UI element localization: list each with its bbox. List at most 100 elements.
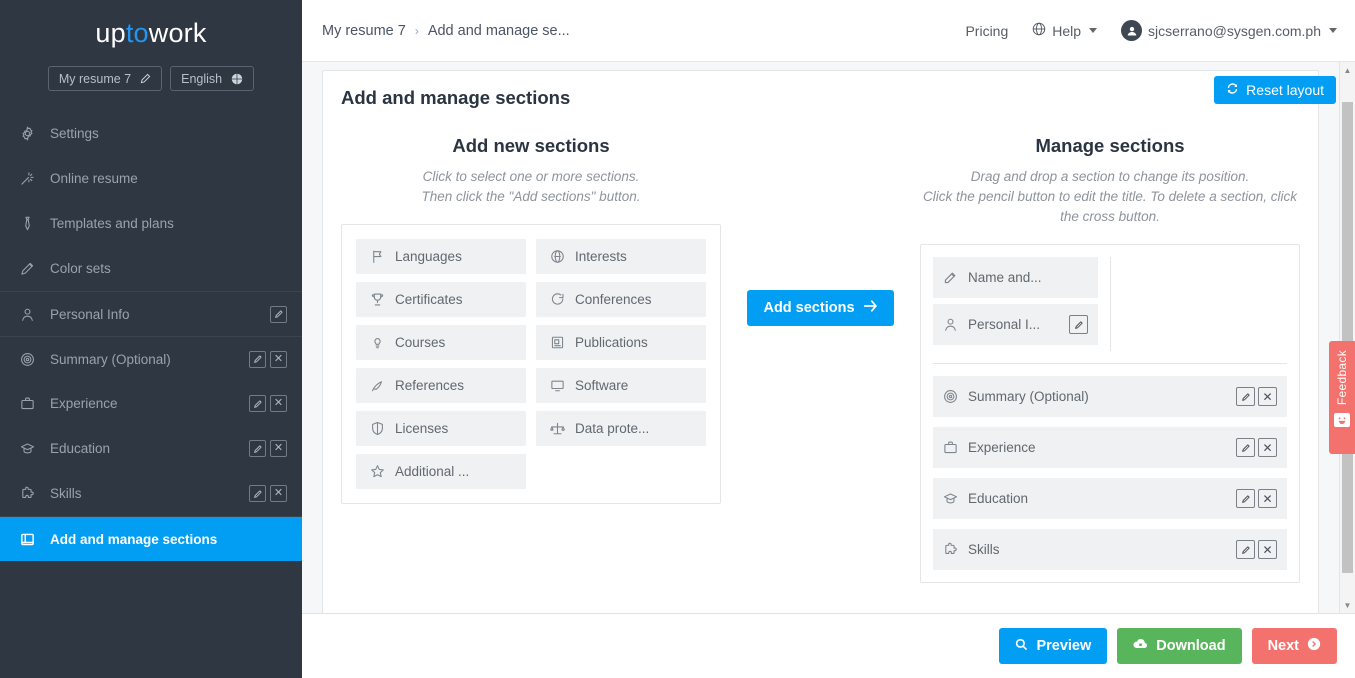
- add-panel-heading: Add new sections: [452, 135, 610, 156]
- sidebar-item-color-sets[interactable]: Color sets: [0, 246, 302, 291]
- delete-section-button[interactable]: ✕: [1258, 438, 1277, 457]
- section-chip-label: Languages: [395, 249, 462, 264]
- layout-icon: [20, 532, 50, 547]
- breadcrumb: My resume 7 › Add and manage se...: [322, 23, 570, 39]
- section-chip-languages[interactable]: Languages: [356, 239, 526, 274]
- content-area: Add and manage sections Reset layout Add…: [302, 62, 1355, 613]
- sidebar-item-online-resume[interactable]: Online resume: [0, 156, 302, 201]
- sidebar-item-summary-optional[interactable]: Summary (Optional) ✕: [0, 336, 302, 381]
- brand-part-3: work: [148, 18, 207, 48]
- sidebar-item-add-and-manage-sections[interactable]: Add and manage sections: [0, 516, 302, 561]
- manage-row-summary-optional[interactable]: Summary (Optional) ✕: [933, 376, 1287, 417]
- next-button[interactable]: Next: [1251, 628, 1337, 664]
- fixed-sections-column: Name and... Personal I...: [933, 257, 1110, 351]
- resume-name-button[interactable]: My resume 7: [47, 66, 163, 91]
- edit-section-button[interactable]: [249, 350, 266, 368]
- edit-section-button[interactable]: [1236, 489, 1255, 508]
- edit-section-button[interactable]: [1236, 438, 1255, 457]
- sidebar-item-settings[interactable]: Settings: [0, 111, 302, 156]
- scrollbar-thumb[interactable]: [1342, 102, 1353, 573]
- section-chip-licenses[interactable]: Licenses: [356, 411, 526, 446]
- manage-panel-heading: Manage sections: [1035, 135, 1185, 156]
- sortable-sections-column: Summary (Optional) ✕ Experience ✕ Education ✕…: [933, 376, 1287, 570]
- edit-section-button[interactable]: [270, 305, 287, 323]
- manage-row-label: Experience: [968, 440, 1036, 455]
- delete-section-button[interactable]: ✕: [1258, 540, 1277, 559]
- speech-bubble-icon: [550, 292, 565, 307]
- sidebar-item-skills[interactable]: Skills ✕: [0, 471, 302, 516]
- page-title: Add and manage sections: [341, 87, 571, 108]
- globe-icon: [231, 73, 243, 85]
- monitor-icon: [550, 378, 565, 393]
- scroll-down-arrow[interactable]: ▼: [1340, 597, 1355, 613]
- briefcase-icon: [20, 396, 50, 411]
- delete-section-button[interactable]: ✕: [270, 485, 287, 502]
- manage-row-experience[interactable]: Experience ✕: [933, 427, 1287, 468]
- breadcrumb-item-current: Add and manage se...: [427, 22, 570, 39]
- language-button[interactable]: English: [170, 66, 255, 91]
- preview-label: Preview: [1036, 638, 1092, 654]
- manage-row-actions: ✕: [1236, 387, 1277, 406]
- pricing-label: Pricing: [965, 22, 1009, 39]
- manage-row-skills[interactable]: Skills ✕: [933, 529, 1287, 570]
- section-chip-certificates[interactable]: Certificates: [356, 282, 526, 317]
- brand-part-1: up: [95, 18, 126, 48]
- brand-part-2: to: [125, 18, 149, 48]
- sections-card: Add and manage sections Reset layout Add…: [322, 70, 1336, 613]
- brand-logo[interactable]: uptowork: [0, 0, 302, 49]
- section-chip-courses[interactable]: Courses: [356, 325, 526, 360]
- pricing-link[interactable]: Pricing: [965, 23, 1008, 39]
- section-chip-references[interactable]: References: [356, 368, 526, 403]
- section-chip-interests[interactable]: Interests: [536, 239, 706, 274]
- section-chip-label: Conferences: [575, 292, 652, 307]
- delete-section-button[interactable]: ✕: [1258, 387, 1277, 406]
- edit-section-button[interactable]: [249, 440, 266, 457]
- manage-row-name-and[interactable]: Name and...: [933, 257, 1098, 298]
- section-chip-label: Software: [575, 378, 629, 393]
- smiley-icon: [1334, 413, 1350, 428]
- section-chip-additional[interactable]: Additional ...: [356, 454, 526, 489]
- sidebar-item-label: Education: [50, 441, 111, 456]
- account-menu[interactable]: sjcserrano@sysgen.com.ph: [1121, 20, 1337, 41]
- reset-layout-button[interactable]: Reset layout: [1214, 76, 1336, 104]
- sidebar-item-templates-and-plans[interactable]: Templates and plans: [0, 201, 302, 246]
- preview-button[interactable]: Preview: [999, 628, 1108, 664]
- delete-section-button[interactable]: ✕: [270, 395, 287, 412]
- avatar: [1121, 20, 1143, 41]
- section-chip-conferences[interactable]: Conferences: [536, 282, 706, 317]
- sidebar-item-education[interactable]: Education ✕: [0, 426, 302, 471]
- reset-layout-label: Reset layout: [1246, 82, 1324, 98]
- sidebar-item-personal-info[interactable]: Personal Info: [0, 291, 302, 336]
- scroll-viewport: Add and manage sections Reset layout Add…: [302, 62, 1339, 613]
- vertical-scrollbar[interactable]: ▲ ▼: [1339, 62, 1355, 613]
- chevron-right-icon: ›: [414, 23, 419, 38]
- delete-section-button[interactable]: ✕: [1258, 489, 1277, 508]
- feedback-tab[interactable]: Feedback: [1329, 341, 1355, 454]
- delete-section-button[interactable]: ✕: [270, 350, 287, 368]
- edit-section-button[interactable]: [1236, 540, 1255, 559]
- section-chip-publications[interactable]: Publications: [536, 325, 706, 360]
- manage-row-education[interactable]: Education ✕: [933, 478, 1287, 519]
- edit-section-button[interactable]: [249, 395, 266, 412]
- scroll-up-arrow[interactable]: ▲: [1340, 62, 1355, 78]
- download-button[interactable]: Download: [1117, 628, 1242, 664]
- edit-section-button[interactable]: [1069, 315, 1088, 334]
- section-chip-data-prote[interactable]: Data prote...: [536, 411, 706, 446]
- section-chip-software[interactable]: Software: [536, 368, 706, 403]
- add-sections-button[interactable]: Add sections: [747, 290, 894, 326]
- graduation-cap-icon: [20, 441, 50, 456]
- chevron-down-icon: [1329, 28, 1337, 33]
- help-menu[interactable]: Help: [1032, 22, 1098, 39]
- section-chip-label: References: [395, 378, 465, 393]
- edit-section-button[interactable]: [1236, 387, 1255, 406]
- pencil-icon: [20, 261, 50, 276]
- delete-section-button[interactable]: ✕: [270, 440, 287, 457]
- puzzle-icon: [20, 486, 50, 501]
- sidebar-item-experience[interactable]: Experience ✕: [0, 381, 302, 426]
- breadcrumb-item-resume[interactable]: My resume 7: [322, 23, 406, 39]
- manage-row-personal-i[interactable]: Personal I...: [933, 304, 1098, 345]
- graduation-cap-icon: [943, 491, 958, 506]
- edit-section-button[interactable]: [249, 485, 266, 502]
- add-panel-subtitle: Click to select one or more sections. Th…: [341, 167, 721, 207]
- flag-icon: [370, 249, 385, 264]
